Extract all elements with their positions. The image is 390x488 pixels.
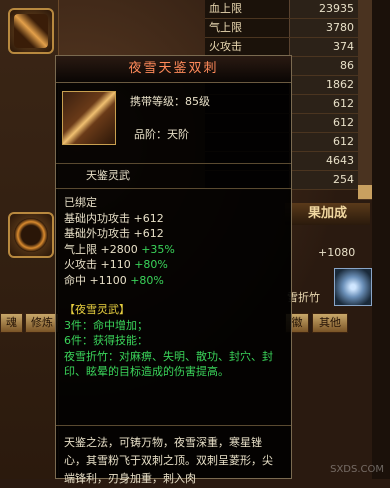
set-bonus-value: +1080 bbox=[318, 246, 356, 259]
carry-level: 携带等级：85级 bbox=[130, 95, 210, 108]
qi-bonus-value: 气上限 +2800 bbox=[64, 242, 138, 256]
item-header: 携带等级：85级 品阶：天阶 bbox=[56, 83, 291, 164]
ring-slot[interactable] bbox=[8, 212, 54, 258]
stat-value: 612 bbox=[289, 95, 358, 113]
tab-other[interactable]: 其他 bbox=[312, 313, 348, 333]
stat-value: 612 bbox=[289, 133, 358, 151]
stat-value: 374 bbox=[289, 38, 358, 56]
hit-bonus-percent: +80% bbox=[130, 273, 164, 287]
fire-bonus-value: 火攻击 +110 bbox=[64, 258, 131, 271]
stat-label: 气上限 bbox=[205, 19, 289, 37]
tab-cultivate[interactable]: 修炼 bbox=[25, 313, 59, 333]
hit-bonus-value: 命中 +1100 bbox=[64, 273, 127, 287]
watermark: SXDS.COM bbox=[330, 464, 384, 475]
stat-row: 血上限 23935 bbox=[205, 0, 358, 19]
scroll-down-arrow-icon[interactable] bbox=[358, 185, 372, 199]
base-outer-attack: 基础外功攻击 +612 bbox=[64, 227, 164, 240]
set-name: 【夜雪灵武】 bbox=[64, 303, 130, 316]
stat-value: 254 bbox=[289, 171, 358, 189]
fire-bonus: 火攻击 +110 +80% bbox=[64, 257, 283, 273]
stat-value: 86 bbox=[289, 57, 358, 75]
bound-status: 已绑定 bbox=[64, 196, 97, 209]
stat-value: 612 bbox=[289, 114, 358, 132]
set-3-bonus: 3件：命中增加； bbox=[64, 318, 148, 332]
set-bonus-header: 果加成 bbox=[285, 203, 370, 225]
fire-bonus-percent: +80% bbox=[134, 258, 168, 271]
equipment-slots-panel bbox=[0, 0, 59, 479]
base-inner-attack: 基础内功攻击 +612 bbox=[64, 211, 164, 225]
stat-label: 血上限 bbox=[205, 0, 289, 18]
ring-icon bbox=[14, 218, 48, 252]
stats-scrollbar[interactable] bbox=[358, 0, 372, 200]
skill-description: 夜雪折竹：对麻痹、失明、散功、封穴、封印、眩晕的目标造成的伤害提高。 bbox=[64, 349, 273, 379]
item-attributes: 已绑定 基础内功攻击 +612 基础外功攻击 +612 气上限 +2800 +3… bbox=[56, 189, 291, 386]
dual-daggers-icon bbox=[62, 91, 116, 145]
item-tooltip: 夜雪天鉴双刺 携带等级：85级 品阶：天阶 天鉴灵武 已绑定 基础内功攻击 +6… bbox=[55, 55, 292, 485]
stat-value: 4643 bbox=[289, 152, 358, 170]
hit-bonus: 命中 +1100 +80% bbox=[64, 273, 283, 289]
stat-value: 1862 bbox=[289, 76, 358, 94]
set-6-bonus: 6件：获得技能： bbox=[64, 334, 148, 347]
item-grade: 品阶：天阶 bbox=[134, 128, 189, 141]
tab-soul[interactable]: 魂 bbox=[0, 313, 23, 333]
item-lore: 天鉴之法，可铸万物，夜雪深重，寒星锉心，其雪粉飞于双刺之顶。双刺呈菱形，尖端锋利… bbox=[56, 425, 291, 485]
left-tabs: 魂 修炼 bbox=[0, 313, 59, 333]
stat-value: 23935 bbox=[289, 0, 358, 18]
right-edge-panel bbox=[372, 0, 390, 479]
item-subtitle: 天鉴灵武 bbox=[56, 164, 291, 189]
skill-snow-icon[interactable] bbox=[334, 268, 372, 306]
stat-label: 火攻击 bbox=[205, 38, 289, 56]
stat-value: 3780 bbox=[289, 19, 358, 37]
item-name: 夜雪天鉴双刺 bbox=[56, 56, 291, 83]
qi-bonus: 气上限 +2800 +35% bbox=[64, 242, 283, 258]
qi-bonus-percent: +35% bbox=[141, 242, 175, 256]
stat-row: 气上限 3780 bbox=[205, 19, 358, 38]
weapon-slot-icon bbox=[14, 14, 48, 48]
weapon-slot[interactable] bbox=[8, 8, 54, 54]
